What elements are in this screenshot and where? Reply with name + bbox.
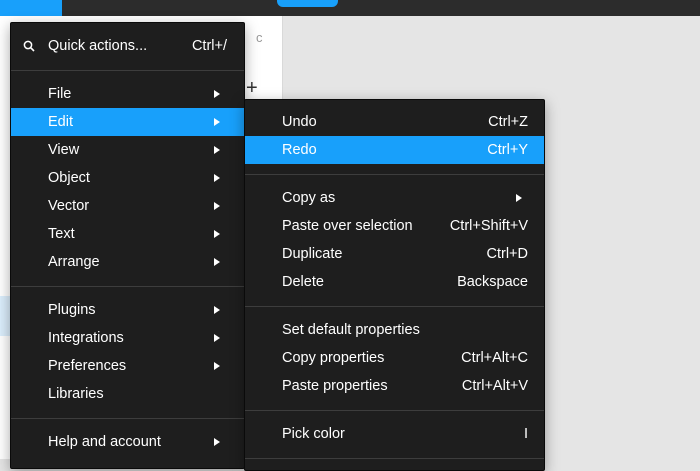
menu-item-label: Copy properties <box>282 350 385 366</box>
menu-item-arrange[interactable]: Arrange <box>11 248 244 276</box>
top-toolbar <box>0 0 700 16</box>
menu-item-object[interactable]: Object <box>11 164 244 192</box>
chevron-right-icon <box>214 202 220 210</box>
menu-item-label: Redo <box>282 142 317 158</box>
menu-item-preferences[interactable]: Preferences <box>11 352 244 380</box>
menu-item-label: Edit <box>48 114 73 130</box>
chevron-right-icon <box>214 90 220 98</box>
chevron-right-icon <box>214 438 220 446</box>
menu-item-label: Pick color <box>282 426 345 442</box>
menu-item-label: File <box>48 86 72 102</box>
search-icon <box>23 40 35 52</box>
menu-separator <box>245 306 544 307</box>
panel-header-text: c <box>256 30 263 45</box>
menu-item-file[interactable]: File <box>11 80 244 108</box>
chevron-right-icon <box>214 230 220 238</box>
menu-item-plugins[interactable]: Plugins <box>11 296 244 324</box>
menu-separator <box>11 286 244 287</box>
menu-item-label: Undo <box>282 114 317 130</box>
menu-item-text[interactable]: Text <box>11 220 244 248</box>
edit-submenu: Undo Ctrl+Z Redo Ctrl+Y Copy as Paste ov… <box>244 99 545 471</box>
menu-item-view[interactable]: View <box>11 136 244 164</box>
toolbar-active-tab[interactable] <box>277 0 338 7</box>
chevron-right-icon <box>214 146 220 154</box>
menu-item-paste-over-selection[interactable]: Paste over selection Ctrl+Shift+V <box>245 212 544 240</box>
menu-item-shortcut: Ctrl+Alt+C <box>461 350 528 366</box>
chevron-right-icon <box>214 334 220 342</box>
menu-item-set-default-properties[interactable]: Set default properties <box>245 316 544 344</box>
menu-item-shortcut: Backspace <box>457 274 528 290</box>
menu-item-label: Object <box>48 170 90 186</box>
menu-item-vector[interactable]: Vector <box>11 192 244 220</box>
menu-item-label: Paste properties <box>282 378 388 394</box>
menu-item-shortcut: Ctrl+Shift+V <box>449 218 528 234</box>
menu-separator <box>245 410 544 411</box>
menu-item-edit[interactable]: Edit <box>11 108 244 136</box>
menu-item-label: Plugins <box>48 302 96 318</box>
menu-item-delete[interactable]: Delete Backspace <box>245 268 544 296</box>
menu-item-duplicate[interactable]: Duplicate Ctrl+D <box>245 240 544 268</box>
chevron-right-icon <box>516 194 522 202</box>
chevron-right-icon <box>214 258 220 266</box>
menu-item-shortcut: Ctrl+Y <box>487 142 528 158</box>
menu-item-undo[interactable]: Undo Ctrl+Z <box>245 108 544 136</box>
menu-item-shortcut: Ctrl+D <box>486 246 529 262</box>
menu-item-label: Help and account <box>48 434 161 450</box>
menu-item-label: Libraries <box>48 386 104 402</box>
chevron-right-icon <box>214 174 220 182</box>
menu-item-integrations[interactable]: Integrations <box>11 324 244 352</box>
menu-item-paste-properties[interactable]: Paste properties Ctrl+Alt+V <box>245 372 544 400</box>
main-menu: Quick actions... Ctrl+/ File Edit View O… <box>10 22 245 469</box>
menu-item-label: Paste over selection <box>282 218 413 234</box>
menu-item-label: Copy as <box>282 190 336 206</box>
chevron-right-icon <box>214 306 220 314</box>
menu-item-libraries[interactable]: Libraries <box>11 380 244 408</box>
menu-item-label: Text <box>48 226 75 242</box>
menu-item-label: Delete <box>282 274 324 290</box>
chevron-right-icon <box>214 362 220 370</box>
main-menu-button[interactable] <box>0 0 62 16</box>
menu-separator <box>11 418 244 419</box>
menu-item-redo[interactable]: Redo Ctrl+Y <box>245 136 544 164</box>
menu-item-shortcut: I <box>523 426 528 442</box>
menu-item-label: Duplicate <box>282 246 343 262</box>
menu-item-label: Preferences <box>48 358 127 374</box>
menu-item-shortcut: Ctrl+Alt+V <box>461 378 528 394</box>
menu-item-label: Quick actions... <box>48 38 148 54</box>
menu-item-help-and-account[interactable]: Help and account <box>11 428 244 456</box>
menu-item-label: Arrange <box>48 254 100 270</box>
menu-item-label: Integrations <box>48 330 124 346</box>
menu-item-shortcut: Ctrl+Z <box>488 114 528 130</box>
menu-separator <box>11 70 244 71</box>
menu-item-pick-color[interactable]: Pick color I <box>245 420 544 448</box>
menu-item-label: Vector <box>48 198 90 214</box>
add-page-button[interactable]: + <box>246 78 258 98</box>
menu-item-label: Set default properties <box>282 322 420 338</box>
menu-item-copy-properties[interactable]: Copy properties Ctrl+Alt+C <box>245 344 544 372</box>
menu-separator <box>245 174 544 175</box>
menu-item-label: View <box>48 142 80 158</box>
menu-item-copy-as[interactable]: Copy as <box>245 184 544 212</box>
chevron-right-icon <box>214 118 220 126</box>
menu-item-quick-actions[interactable]: Quick actions... Ctrl+/ <box>11 32 244 60</box>
menu-item-shortcut: Ctrl+/ <box>191 38 227 54</box>
